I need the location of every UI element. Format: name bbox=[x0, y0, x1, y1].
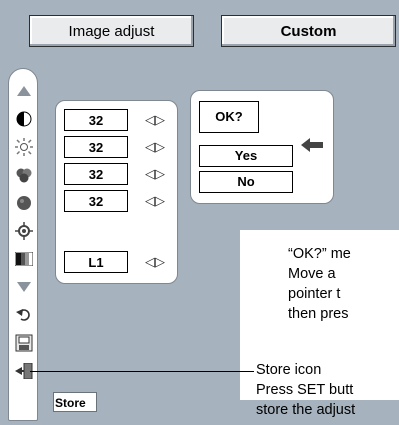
left-right-arrows-icon[interactable]: ◁▷ bbox=[144, 136, 166, 158]
left-right-arrows-icon[interactable]: ◁▷ bbox=[144, 109, 166, 131]
leader-line bbox=[30, 371, 254, 372]
menu-header: Image adjust Custom bbox=[0, 0, 399, 60]
tint-icon[interactable] bbox=[9, 189, 39, 217]
note-line-2: Press SET butt bbox=[256, 382, 354, 398]
left-right-arrows-icon[interactable]: ◁▷ bbox=[144, 163, 166, 185]
store-icon-note: Store icon Press SET butt store the adju… bbox=[256, 360, 399, 420]
color-value[interactable]: 32 bbox=[64, 163, 128, 185]
tint-value[interactable]: 32 bbox=[64, 190, 128, 212]
contrast-icon[interactable] bbox=[9, 105, 39, 133]
confirm-dialog: OK? Yes No bbox=[190, 90, 334, 204]
adjust-values-panel: 32 ◁▷ 32 ◁▷ 32 ◁▷ 32 ◁▷ L1 ◁▷ bbox=[55, 100, 178, 284]
ok-prompt: OK? bbox=[199, 101, 259, 133]
yes-button[interactable]: Yes bbox=[199, 145, 293, 167]
note-title: Store icon bbox=[256, 362, 322, 378]
left-right-arrows-icon[interactable]: ◁▷ bbox=[144, 190, 166, 212]
store-icon[interactable] bbox=[9, 329, 39, 357]
note-line-3: store the adjust bbox=[256, 402, 356, 418]
callout-line: “OK?” me bbox=[288, 246, 351, 262]
store-tooltip: Store bbox=[53, 392, 97, 412]
sharpness-icon[interactable] bbox=[9, 217, 39, 245]
left-right-arrows-icon[interactable]: ◁▷ bbox=[144, 251, 166, 273]
callout-text: “OK?” me Move a pointer t then pres bbox=[288, 244, 399, 324]
brightness-icon[interactable] bbox=[9, 133, 39, 161]
arrow-left-icon bbox=[301, 137, 325, 157]
adjust-toolbar bbox=[8, 68, 38, 421]
callout-line: pointer t bbox=[288, 286, 341, 302]
triangle-up-icon[interactable] bbox=[9, 77, 39, 105]
contrast-value[interactable]: 32 bbox=[64, 109, 128, 131]
gamma-value[interactable]: L1 bbox=[64, 251, 128, 273]
callout-line: then pres bbox=[288, 306, 349, 322]
gamma-icon[interactable] bbox=[9, 245, 39, 273]
brightness-value[interactable]: 32 bbox=[64, 136, 128, 158]
triangle-down-icon[interactable] bbox=[9, 273, 39, 301]
color-icon[interactable] bbox=[9, 161, 39, 189]
image-adjust-tab[interactable]: Image adjust bbox=[29, 15, 194, 47]
reset-icon[interactable] bbox=[9, 301, 39, 329]
callout-line: Move a bbox=[288, 266, 336, 282]
custom-mode-box[interactable]: Custom bbox=[221, 15, 396, 47]
no-button[interactable]: No bbox=[199, 171, 293, 193]
